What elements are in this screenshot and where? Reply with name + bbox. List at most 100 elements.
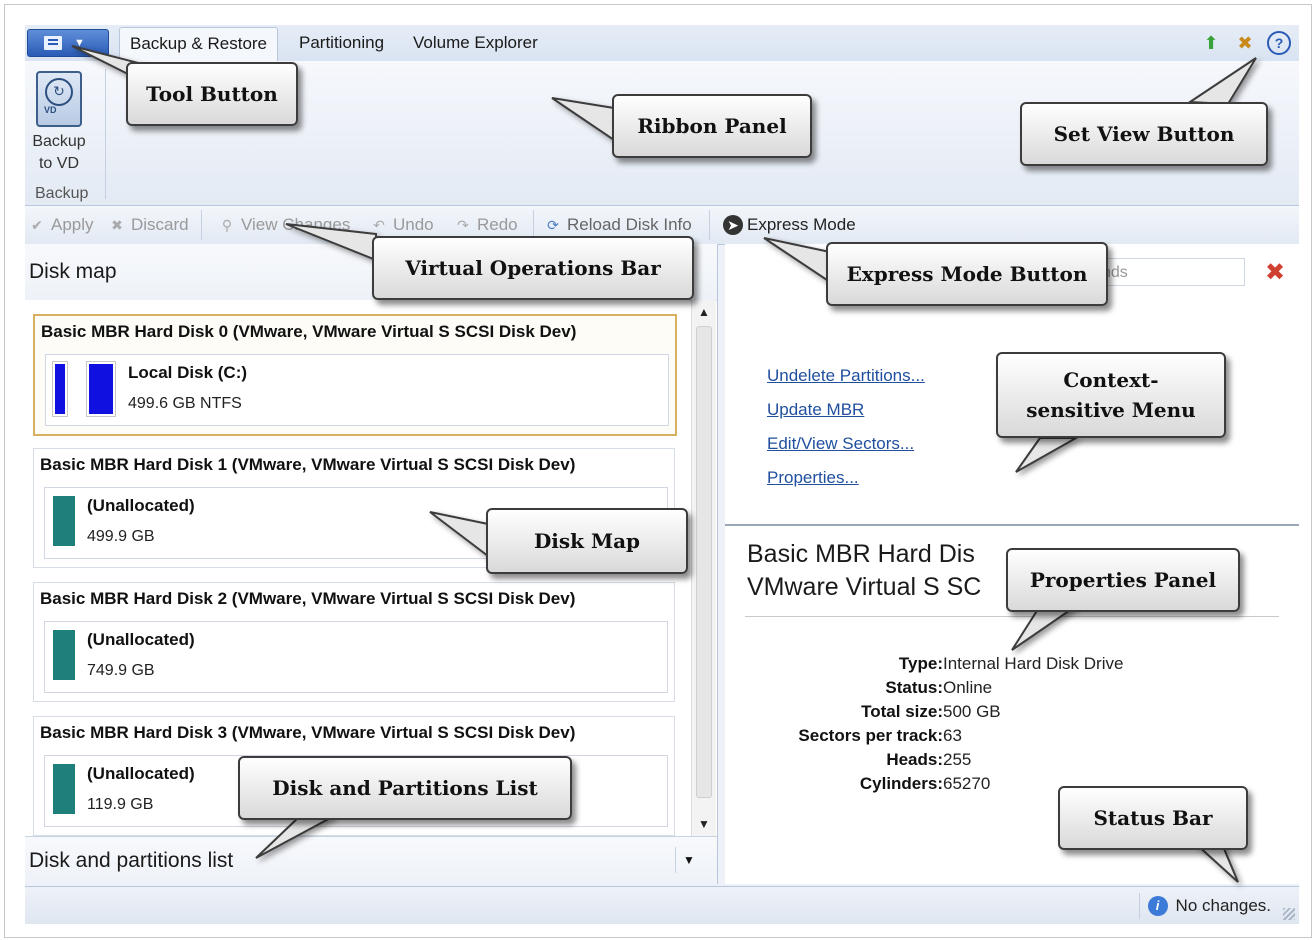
separator	[201, 210, 202, 240]
property-row: Type: Internal Hard Disk Drive	[725, 654, 1299, 678]
partition-color-bar	[55, 364, 65, 414]
command-search-input[interactable]: nds	[1095, 258, 1245, 286]
tab-volume-explorer[interactable]: Volume Explorer	[403, 27, 548, 61]
callout-tool-button: Tool Button	[126, 62, 298, 126]
property-row: Heads: 255	[725, 750, 1299, 774]
express-mode-icon: ➤	[723, 215, 743, 235]
property-row: Total size: 500 GB	[725, 702, 1299, 726]
properties-link[interactable]: Properties...	[767, 468, 859, 488]
reload-label: Reload Disk Info	[567, 215, 692, 234]
callout-disk-map: Disk Map	[486, 508, 688, 574]
partition-name: Local Disk (C:)	[128, 363, 248, 382]
callout-properties-panel: Properties Panel	[1006, 548, 1240, 612]
disk-map-scrollbar[interactable]: ▲ ▼	[691, 300, 716, 836]
property-key: Cylinders:	[859, 774, 943, 793]
edit-view-sectors-link[interactable]: Edit/View Sectors...	[767, 434, 914, 454]
status-bar: i No changes.	[25, 886, 1299, 924]
help-icon[interactable]: ?	[1267, 31, 1291, 55]
redo-icon: ↷	[457, 217, 469, 233]
property-value: 63	[943, 726, 962, 745]
property-value: 65270	[943, 774, 991, 793]
separator	[709, 210, 710, 240]
home-icon[interactable]: ⬆	[1199, 31, 1223, 55]
divider	[745, 616, 1279, 617]
disk-title: Basic MBR Hard Disk 3 (VMware, VMware Vi…	[40, 723, 576, 742]
partition-local-disk-c[interactable]: Local Disk (C:) 499.6 GB NTFS	[45, 354, 669, 426]
callout-ribbon-panel: Ribbon Panel	[612, 94, 812, 158]
reload-icon: ⟳	[547, 217, 559, 233]
partition-size: 499.9 GB	[87, 528, 155, 545]
partition-bar	[51, 494, 77, 548]
express-mode-button[interactable]: ➤ Express Mode	[723, 212, 856, 238]
scroll-thumb[interactable]	[696, 326, 712, 798]
checkmark-icon: ✔	[31, 217, 43, 233]
disk-partitions-list-header[interactable]: Disk and partitions list ▼	[25, 836, 717, 885]
callout-express-mode-button: Express Mode Button	[826, 242, 1108, 306]
partition-size: 749.9 GB	[87, 662, 155, 679]
magnifier-icon: ⚲	[221, 217, 233, 233]
property-value: Internal Hard Disk Drive	[943, 654, 1124, 673]
group-label-backup: Backup	[35, 185, 89, 202]
partition-name: (Unallocated)	[87, 496, 195, 515]
view-changes-button[interactable]: ⚲ View Changes	[217, 212, 350, 238]
status-message: i No changes.	[1138, 893, 1271, 919]
redo-label: Redo	[477, 215, 518, 234]
disk-card-2[interactable]: Basic MBR Hard Disk 2 (VMware, VMware Vi…	[33, 582, 675, 702]
tool-button[interactable]: ▼	[27, 29, 109, 57]
tab-partitioning[interactable]: Partitioning	[289, 27, 394, 61]
property-value: 255	[943, 750, 972, 769]
partition-size: 499.6 GB NTFS	[128, 395, 242, 412]
info-icon: i	[1147, 896, 1168, 916]
group-separator	[105, 69, 106, 199]
disk-partitions-list-title: Disk and partitions list	[29, 849, 234, 872]
discard-label: Discard	[131, 215, 189, 234]
partition-size: 119.9 GB	[87, 796, 154, 813]
tools-icon[interactable]: ✖	[1233, 31, 1257, 55]
disk-title: Basic MBR Hard Disk 2 (VMware, VMware Vi…	[40, 589, 576, 608]
property-key: Sectors per track:	[798, 726, 943, 745]
resize-grip-icon[interactable]	[1283, 908, 1295, 920]
callout-context-sensitive-menu: Context-sensitive Menu	[996, 352, 1226, 438]
property-key: Total size:	[861, 702, 943, 721]
redo-button[interactable]: ↷ Redo	[453, 212, 518, 238]
undelete-partitions-link[interactable]: Undelete Partitions...	[767, 366, 925, 386]
menu-icon	[44, 36, 62, 50]
mbr-bar	[52, 361, 68, 417]
virtual-disk-icon: ↻ VD	[36, 71, 82, 127]
partition-bar	[51, 762, 77, 816]
partition-name: (Unallocated)	[87, 630, 195, 649]
undo-icon: ↶	[373, 217, 385, 233]
update-mbr-link[interactable]: Update MBR	[767, 400, 864, 420]
scroll-down-icon[interactable]: ▼	[694, 814, 714, 834]
tab-backup-restore[interactable]: Backup & Restore	[119, 27, 279, 62]
view-changes-label: View Changes	[241, 215, 351, 234]
callout-disk-partitions-list: Disk and Partitions List	[238, 756, 572, 820]
disk-title: Basic MBR Hard Disk 0 (VMware, VMware Vi…	[41, 322, 577, 341]
partition-name: (Unallocated)	[87, 764, 195, 783]
backup-to-vd-button[interactable]: ↻ VD Backup to VD	[27, 69, 91, 175]
property-row: Status: Online	[725, 678, 1299, 702]
callout-set-view-button: Set View Button	[1020, 102, 1268, 166]
discard-icon: ✖	[111, 217, 123, 233]
property-key: Status:	[885, 678, 943, 697]
partition-bar	[86, 361, 116, 417]
apply-button[interactable]: ✔ Apply	[27, 212, 94, 238]
reload-disk-info-button[interactable]: ⟳ Reload Disk Info	[543, 212, 692, 238]
partition-unallocated[interactable]: (Unallocated) 749.9 GB	[44, 621, 668, 693]
apply-label: Apply	[51, 215, 94, 234]
status-text: No changes.	[1175, 896, 1271, 915]
scroll-up-icon[interactable]: ▲	[694, 302, 714, 322]
disk-card-0[interactable]: Basic MBR Hard Disk 0 (VMware, VMware Vi…	[33, 314, 677, 436]
property-key: Heads:	[886, 750, 943, 769]
chevron-down-icon: ▼	[74, 37, 85, 49]
undo-button[interactable]: ↶ Undo	[369, 212, 434, 238]
discard-button[interactable]: ✖ Discard	[107, 212, 189, 238]
disk-map-title: Disk map	[29, 260, 117, 283]
callout-status-bar: Status Bar	[1058, 786, 1248, 850]
undo-label: Undo	[393, 215, 434, 234]
express-mode-label: Express Mode	[747, 215, 856, 234]
property-value: Online	[943, 678, 993, 697]
expand-chevron-icon[interactable]: ▼	[675, 847, 702, 873]
close-icon[interactable]: ✖	[1265, 258, 1285, 287]
tab-bar: ▼ Backup & Restore Partitioning Volume E…	[25, 25, 1299, 62]
